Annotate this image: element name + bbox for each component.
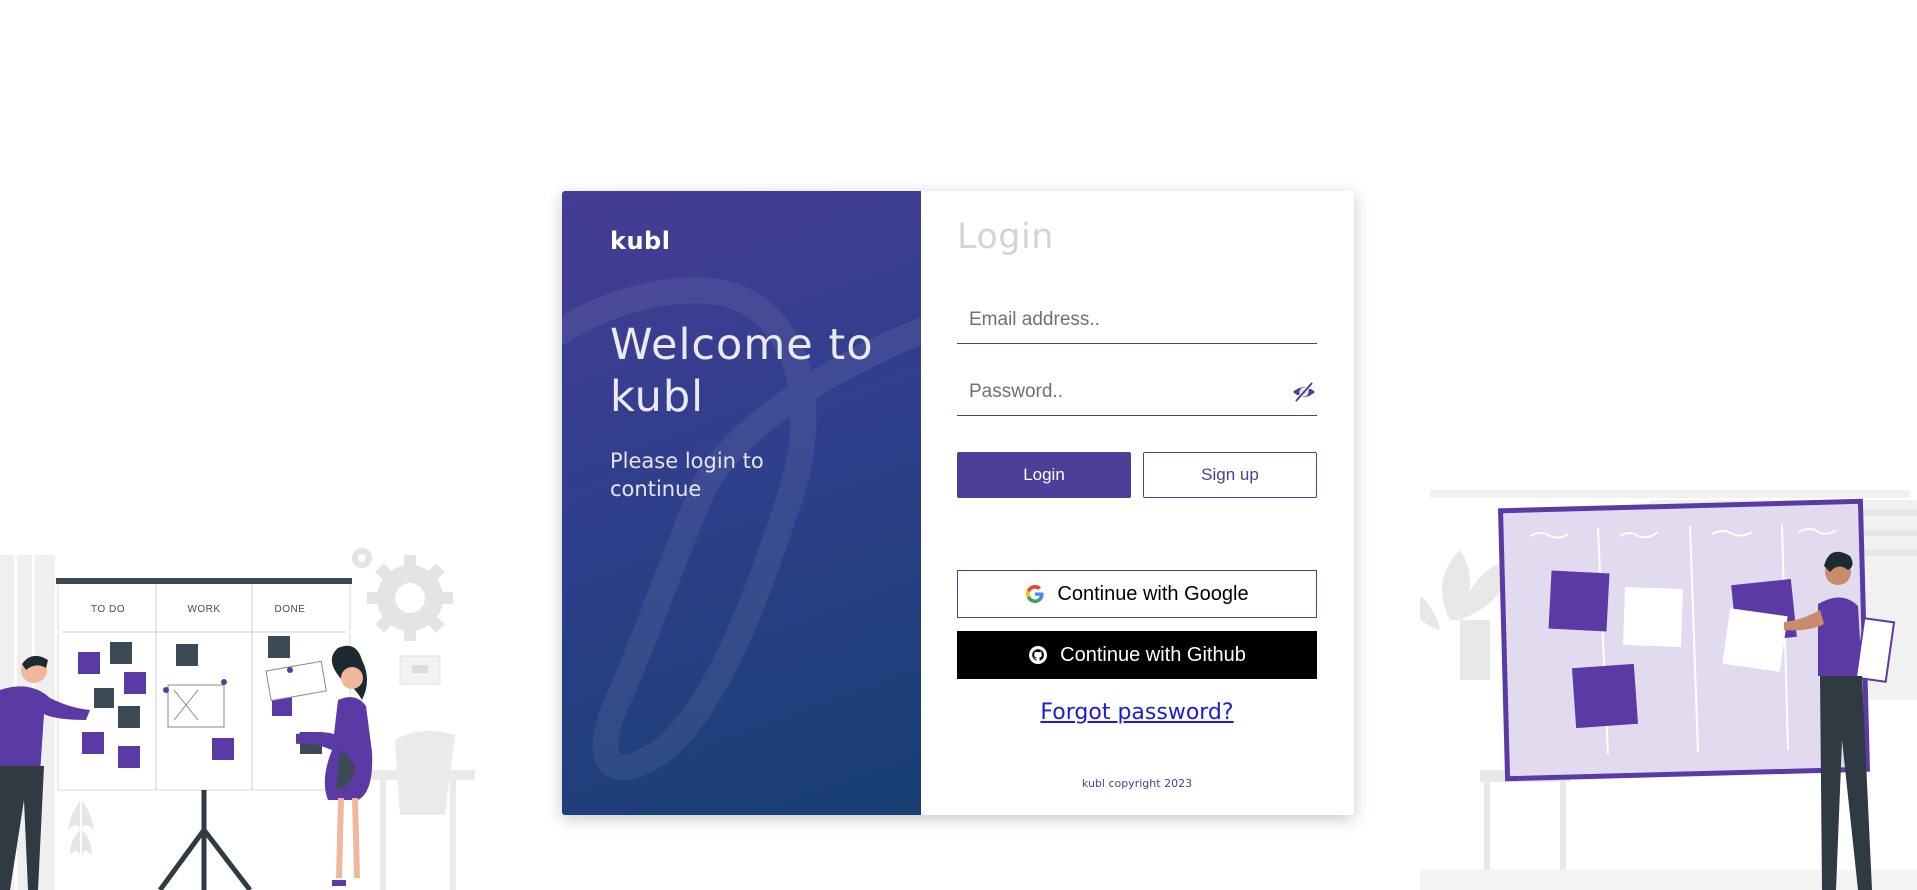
password-field [957, 369, 1317, 416]
kanban-board-illustration-right [1420, 490, 1917, 890]
welcome-subtitle: Please login to continue [610, 449, 764, 501]
board-column-todo: TO DO [91, 604, 125, 615]
gear-icon [352, 548, 453, 641]
email-field [957, 297, 1317, 344]
github-icon [1029, 646, 1048, 664]
board-column-done: DONE [275, 604, 306, 615]
continue-with-google-button[interactable]: Continue with Google [957, 570, 1317, 618]
github-button-label: Continue with Github [1060, 643, 1246, 666]
google-button-label: Continue with Google [1057, 582, 1249, 605]
board-column-work: WORK [187, 604, 220, 615]
eye-slash-icon[interactable] [1291, 380, 1317, 404]
chair [365, 731, 475, 890]
email-input[interactable] [957, 297, 1317, 343]
login-card: kubl Welcome to kubl Please login to con… [562, 191, 1354, 815]
continue-with-github-button[interactable]: Continue with Github [957, 631, 1317, 679]
welcome-panel: kubl Welcome to kubl Please login to con… [562, 191, 921, 815]
password-input[interactable] [957, 369, 1317, 415]
plant [68, 800, 94, 890]
signup-button[interactable]: Sign up [1143, 452, 1317, 498]
kanban-whiteboard-right [1497, 498, 1871, 782]
login-button[interactable]: Login [957, 452, 1131, 498]
copyright-text: kubl copyright 2023 [1081, 777, 1193, 790]
forgot-password-link[interactable]: Forgot password? [957, 700, 1317, 725]
welcome-heading: Welcome to kubl [610, 320, 874, 422]
decorative-swirl [562, 277, 921, 781]
board-tripod [157, 790, 252, 890]
brand-logo: kubl [610, 227, 671, 255]
google-icon [1026, 585, 1044, 603]
kanban-board-illustration-left: TO DO WORK DONE [0, 548, 475, 890]
login-form-panel: Login Login Sign up Continue with [921, 191, 1354, 815]
login-title: Login [957, 217, 1054, 257]
